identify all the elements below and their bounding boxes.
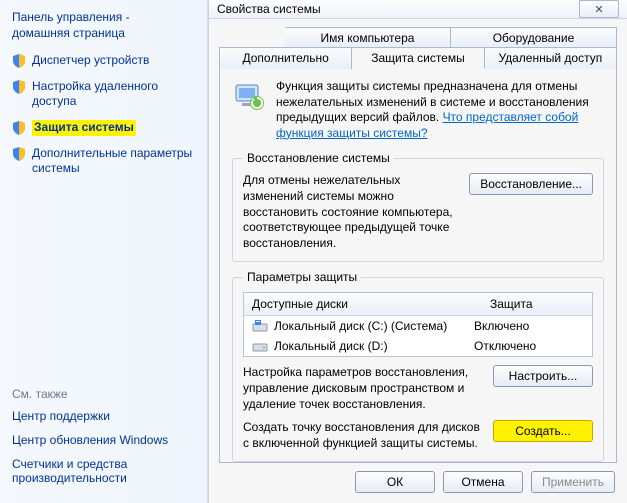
dialog-system-properties: Свойства системы ✕ Имя компьютера Оборуд… xyxy=(208,0,627,503)
sidebar: Панель управления - домашняя страница Ди… xyxy=(0,0,208,503)
restore-icon xyxy=(232,79,266,141)
group-protection-settings: Параметры защиты Доступные диски Защита … xyxy=(232,270,604,462)
see-also-windows-update[interactable]: Центр обновления Windows xyxy=(12,433,195,447)
shield-icon xyxy=(12,80,26,94)
sidebar-item-label: Настройка удаленного доступа xyxy=(32,79,195,110)
ok-button[interactable]: ОК xyxy=(355,471,435,493)
close-button[interactable]: ✕ xyxy=(579,0,619,18)
tab-hardware[interactable]: Оборудование xyxy=(451,27,617,48)
see-also-performance[interactable]: Счетчики и средства производительности xyxy=(12,457,195,485)
sidebar-header-line1: Панель управления - xyxy=(12,10,195,26)
col-header-status: Защита xyxy=(482,293,592,315)
create-description: Создать точку восстановления для дисков … xyxy=(243,420,483,451)
group-legend-protection: Параметры защиты xyxy=(243,270,361,284)
drive-icon xyxy=(252,339,268,353)
tab-advanced[interactable]: Дополнительно xyxy=(219,47,352,69)
disk-name: Локальный диск (C:) (Система) xyxy=(274,319,468,333)
restore-button[interactable]: Восстановление... xyxy=(469,173,593,195)
sidebar-item-label: Диспетчер устройств xyxy=(32,53,149,69)
create-button[interactable]: Создать... xyxy=(493,420,593,442)
sidebar-header-line2: домашняя страница xyxy=(12,26,195,42)
disk-status: Отключено xyxy=(474,339,584,353)
shield-icon xyxy=(12,121,26,135)
apply-button[interactable]: Применить xyxy=(531,471,615,493)
tab-remote[interactable]: Удаленный доступ xyxy=(485,47,617,69)
sidebar-item-label: Дополнительные параметры системы xyxy=(32,146,195,177)
cancel-button[interactable]: Отмена xyxy=(443,471,523,493)
sidebar-header[interactable]: Панель управления - домашняя страница xyxy=(12,10,195,41)
tab-body: Функция защиты системы предназначена для… xyxy=(219,68,617,463)
see-also-action-center[interactable]: Центр поддержки xyxy=(12,409,195,423)
disk-name: Локальный диск (D:) xyxy=(274,339,468,353)
tabs: Имя компьютера Оборудование Дополнительн… xyxy=(209,19,627,463)
sidebar-item-advanced-settings[interactable]: Дополнительные параметры системы xyxy=(12,146,195,177)
intro-block: Функция защиты системы предназначена для… xyxy=(232,79,604,141)
close-icon: ✕ xyxy=(594,3,603,16)
drive-icon xyxy=(252,319,268,333)
disk-table-header: Доступные диски Защита xyxy=(244,293,592,316)
dialog-buttons: ОК Отмена Применить xyxy=(209,463,627,503)
see-also-header: См. также xyxy=(12,387,195,401)
configure-description: Настройка параметров восстановления, упр… xyxy=(243,365,483,412)
tab-system-protection[interactable]: Защита системы xyxy=(352,47,484,69)
col-header-disk: Доступные диски xyxy=(244,293,482,315)
disk-table: Доступные диски Защита Локальный диск (C… xyxy=(243,292,593,357)
restore-description: Для отмены нежелательных изменений систе… xyxy=(243,173,459,251)
group-system-restore: Восстановление системы Для отмены нежела… xyxy=(232,151,604,262)
shield-icon xyxy=(12,54,26,68)
tab-computer-name[interactable]: Имя компьютера xyxy=(285,27,451,48)
dialog-title: Свойства системы xyxy=(217,2,321,16)
disk-row[interactable]: Локальный диск (C:) (Система) Включено xyxy=(244,316,592,336)
disk-row[interactable]: Локальный диск (D:) Отключено xyxy=(244,336,592,356)
group-legend-restore: Восстановление системы xyxy=(243,151,394,165)
dialog-titlebar: Свойства системы ✕ xyxy=(209,0,627,19)
shield-icon xyxy=(12,147,26,161)
disk-status: Включено xyxy=(474,319,584,333)
sidebar-item-remote-settings[interactable]: Настройка удаленного доступа xyxy=(12,79,195,110)
sidebar-item-label: Защита системы xyxy=(32,120,136,136)
sidebar-item-device-manager[interactable]: Диспетчер устройств xyxy=(12,53,195,69)
tab-spacer xyxy=(219,27,285,48)
intro-text: Функция защиты системы предназначена для… xyxy=(276,79,604,141)
configure-button[interactable]: Настроить... xyxy=(493,365,593,387)
sidebar-item-system-protection[interactable]: Защита системы xyxy=(12,120,195,136)
